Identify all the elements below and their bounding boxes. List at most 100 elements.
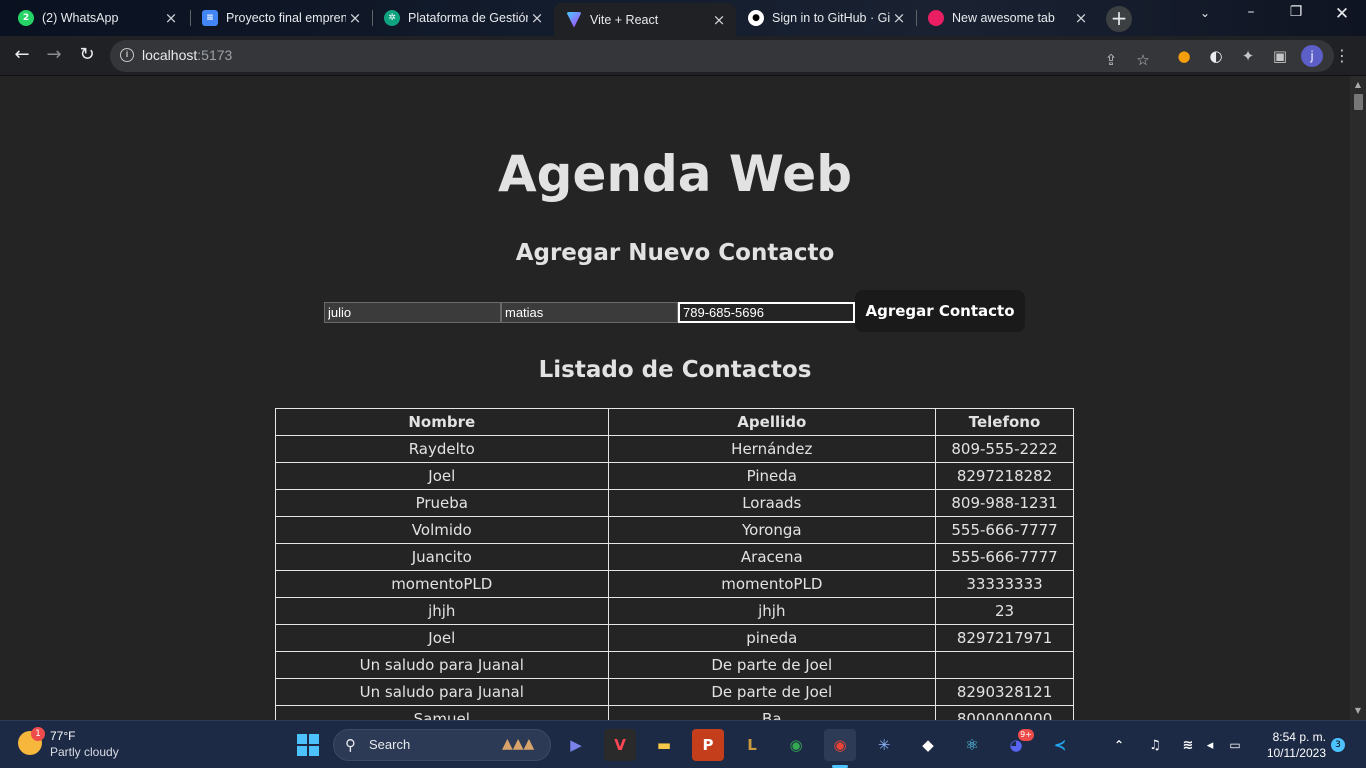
volume-icon[interactable]: ◂ bbox=[1200, 729, 1220, 761]
close-tab-icon[interactable]: × bbox=[162, 9, 180, 27]
close-tab-icon[interactable]: × bbox=[890, 9, 908, 27]
extension-mascot-icon[interactable]: ● bbox=[1173, 45, 1195, 67]
table-cell: De parte de Joel bbox=[607, 651, 937, 679]
whatsapp-icon: 2 bbox=[18, 10, 34, 26]
table-cell: Ba bbox=[607, 705, 937, 720]
weather-temp: 77°F bbox=[50, 729, 76, 743]
address-bar[interactable]: i localhost:5173 ⇪ ☆ bbox=[110, 40, 1334, 72]
battery-icon[interactable]: ▭ bbox=[1224, 729, 1246, 761]
system-clock[interactable]: 8:54 p. m. 10/11/2023 bbox=[1250, 729, 1326, 761]
tab-new-awesome-tab[interactable]: New awesome tab × bbox=[916, 4, 1098, 32]
browser-tab-strip: 2 (2) WhatsApp × ≡ Proyecto final empren… bbox=[0, 0, 1366, 36]
side-panel-icon[interactable]: ▣ bbox=[1269, 45, 1291, 67]
close-tab-icon[interactable]: × bbox=[346, 9, 364, 27]
table-cell: 8297218282 bbox=[935, 462, 1074, 490]
column-header: Apellido bbox=[607, 408, 937, 436]
tab-vite-react[interactable]: Vite + React × bbox=[554, 3, 736, 36]
microphone-icon[interactable]: ♫ bbox=[1144, 729, 1166, 761]
site-info-icon[interactable]: i bbox=[120, 48, 134, 62]
profile-avatar[interactable]: j bbox=[1301, 45, 1323, 67]
share-icon[interactable]: ⇪ bbox=[1100, 49, 1122, 71]
reload-icon[interactable]: ↻ bbox=[75, 44, 99, 65]
page-scrollbar[interactable]: ▲ ▼ bbox=[1350, 76, 1366, 720]
discord-badge: 9+ bbox=[1018, 729, 1034, 741]
table-cell: 555-666-7777 bbox=[935, 516, 1074, 544]
table-cell: jhjh bbox=[275, 597, 609, 625]
roblox-icon[interactable]: ◆ bbox=[912, 729, 944, 761]
close-window-button[interactable]: ✕ bbox=[1322, 4, 1362, 24]
table-cell: Hernández bbox=[607, 435, 937, 463]
table-cell: Pineda bbox=[607, 462, 937, 490]
table-cell: Raydelto bbox=[275, 435, 609, 463]
weather-desc: Partly cloudy bbox=[50, 745, 119, 759]
table-cell: Joel bbox=[275, 624, 609, 652]
tab-title: Plataforma de Gestión bbox=[408, 11, 528, 25]
scroll-down-arrow-icon[interactable]: ▼ bbox=[1353, 706, 1363, 715]
table-row: Un saludo para Juanal De parte de Joel bbox=[275, 651, 1074, 679]
close-tab-icon[interactable]: × bbox=[710, 11, 728, 29]
table-row: Samuel Ba 8000000000 bbox=[275, 705, 1074, 720]
table-cell: De parte de Joel bbox=[607, 678, 937, 706]
electron-app-icon[interactable]: ⚛ bbox=[956, 729, 988, 761]
extensions-puzzle-icon[interactable]: ✦ bbox=[1237, 45, 1259, 67]
nombre-input[interactable] bbox=[324, 302, 501, 323]
start-button[interactable] bbox=[292, 729, 324, 761]
new-tab-button[interactable]: + bbox=[1106, 6, 1132, 32]
search-highlight-pyramids-icon: ▲▲▲ bbox=[502, 736, 535, 752]
show-hidden-icons-chevron-icon[interactable]: ⌃ bbox=[1108, 729, 1130, 761]
clock-date: 10/11/2023 bbox=[1266, 746, 1326, 760]
table-cell: momentoPLD bbox=[607, 570, 937, 598]
table-cell: jhjh bbox=[607, 597, 937, 625]
close-tab-icon[interactable]: × bbox=[528, 9, 546, 27]
back-arrow-icon[interactable]: ← bbox=[10, 44, 34, 65]
table-cell: 8290328121 bbox=[935, 678, 1074, 706]
tab-search-chevron-icon[interactable]: ⌄ bbox=[1185, 6, 1225, 20]
table-row: momentoPLD momentoPLD 33333333 bbox=[275, 570, 1074, 598]
table-cell bbox=[935, 651, 1074, 679]
taskbar-search[interactable]: ⚲ Search ▲▲▲ bbox=[333, 729, 551, 761]
chatgpt-icon: ✲ bbox=[384, 10, 400, 26]
vscode-icon[interactable]: ≺ bbox=[1044, 729, 1076, 761]
google-docs-icon: ≡ bbox=[202, 10, 218, 26]
league-of-legends-icon[interactable]: L bbox=[736, 729, 768, 761]
more-menu-icon[interactable]: ⋮ bbox=[1331, 45, 1353, 67]
teams-meet-icon[interactable]: ▶ bbox=[560, 729, 592, 761]
apellido-input[interactable] bbox=[501, 302, 678, 323]
search-icon: ⚲ bbox=[345, 736, 356, 754]
notification-count[interactable]: 3 bbox=[1331, 738, 1345, 752]
table-cell: Loraads bbox=[607, 489, 937, 517]
table-row: jhjh jhjh 23 bbox=[275, 597, 1074, 625]
table-row: Juancito Aracena 555-666-7777 bbox=[275, 543, 1074, 571]
tab-github[interactable]: ● Sign in to GitHub · Gi × bbox=[736, 4, 916, 32]
close-tab-icon[interactable]: × bbox=[1072, 9, 1090, 27]
tab-chatgpt[interactable]: ✲ Plataforma de Gestión × bbox=[372, 4, 554, 32]
tab-google-docs[interactable]: ≡ Proyecto final empren × bbox=[190, 4, 372, 32]
valorant-icon[interactable]: V bbox=[604, 729, 636, 761]
table-cell: Samuel bbox=[275, 705, 609, 720]
add-contact-heading: Agregar Nuevo Contacto bbox=[515, 240, 835, 266]
page-content: Agenda Web Agregar Nuevo Contacto Agrega… bbox=[0, 76, 1350, 720]
file-explorer-icon[interactable]: ▬ bbox=[648, 729, 680, 761]
telefono-input[interactable] bbox=[678, 302, 855, 323]
clock-time: 8:54 p. m. bbox=[1272, 730, 1326, 744]
wifi-icon[interactable]: ≋ bbox=[1178, 729, 1198, 761]
contact-list-heading: Listado de Contactos bbox=[538, 357, 812, 383]
chrome-profile-1-icon[interactable]: ◉ bbox=[780, 729, 812, 761]
scroll-up-arrow-icon[interactable]: ▲ bbox=[1353, 80, 1363, 89]
forward-arrow-icon[interactable]: → bbox=[42, 44, 66, 65]
table-cell: Un saludo para Juanal bbox=[275, 651, 609, 679]
powerpoint-icon[interactable]: P bbox=[692, 729, 724, 761]
tab-whatsapp[interactable]: 2 (2) WhatsApp × bbox=[6, 4, 188, 32]
table-cell: Joel bbox=[275, 462, 609, 490]
tab-title: Sign in to GitHub · Gi bbox=[772, 11, 890, 25]
scrollbar-thumb[interactable] bbox=[1354, 94, 1363, 110]
add-contact-button[interactable]: Agregar Contacto bbox=[855, 290, 1025, 332]
url-text[interactable]: localhost:5173 bbox=[142, 47, 232, 63]
maximize-button[interactable]: ❐ bbox=[1276, 4, 1316, 20]
chrome-active-icon[interactable]: ◉ bbox=[824, 729, 856, 761]
table-row: Joel pineda 8297217971 bbox=[275, 624, 1074, 652]
extension-circle-icon[interactable]: ◐ bbox=[1205, 45, 1227, 67]
minimize-button[interactable]: – bbox=[1231, 4, 1271, 20]
network-graph-app-icon[interactable]: ✳ bbox=[868, 729, 900, 761]
bookmark-star-icon[interactable]: ☆ bbox=[1132, 49, 1154, 71]
